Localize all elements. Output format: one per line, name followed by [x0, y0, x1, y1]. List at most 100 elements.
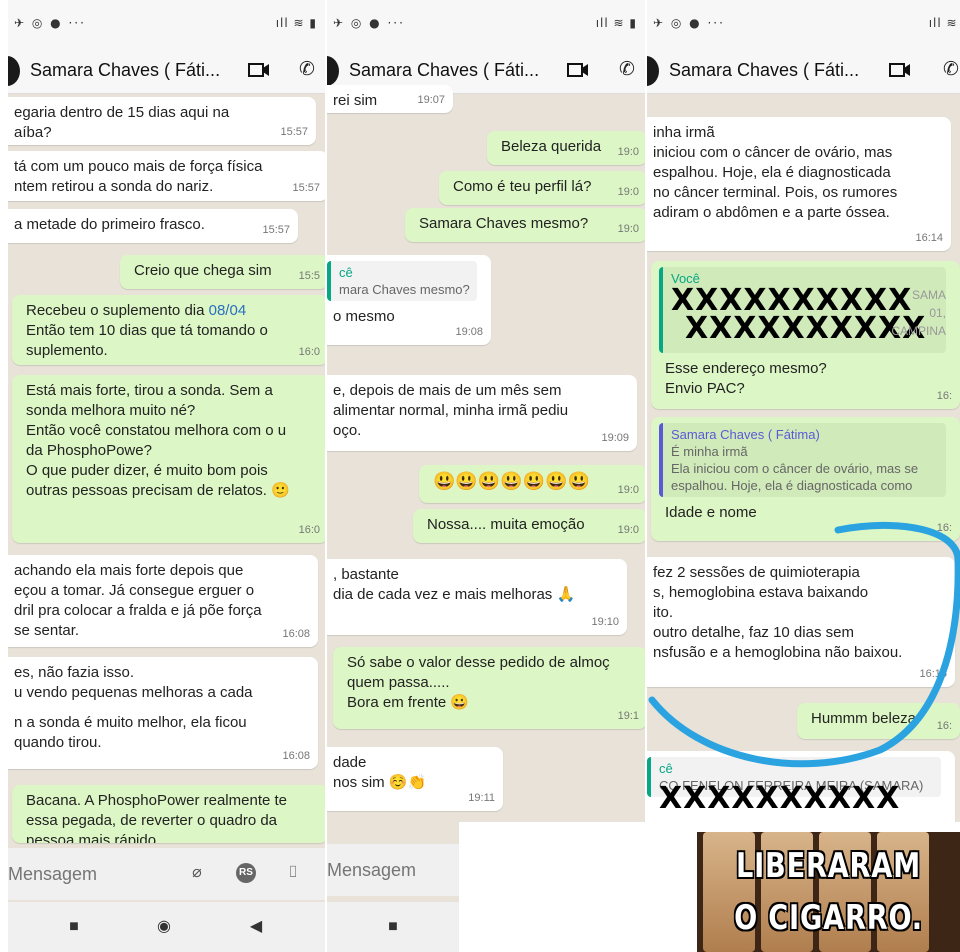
message-line: pessoa mais rápido	[26, 832, 157, 843]
status-bar: ✈ ◎ ● ··· ıll ≋ ▮	[8, 0, 325, 48]
message-line: suplemento.	[26, 342, 108, 359]
message-bubble[interactable]: Está mais forte, tirou a sonda. Sem a so…	[12, 375, 325, 543]
recent-apps-icon[interactable]: ■	[64, 917, 84, 937]
message-line: dade	[333, 754, 367, 771]
message-line: O que puder dizer, é muito bom pois	[26, 462, 268, 479]
contact-name[interactable]: Samara Chaves ( Fáti...	[30, 60, 220, 81]
message-bubble[interactable]: Você SAMA 01, CAMPINA XXXXXXXXXX XXXXXXX…	[651, 261, 960, 409]
camera-icon[interactable]: ⌷	[280, 860, 306, 886]
message-bubble[interactable]: e, depois de mais de um mês sem alimenta…	[327, 375, 637, 451]
home-icon[interactable]: ◉	[154, 917, 174, 937]
message-time: 19:11	[468, 792, 495, 804]
message-line: , bastante	[333, 566, 399, 583]
chat-screenshot-1: ✈ ◎ ● ··· ıll ≋ ▮ Samara Chaves ( Fáti..…	[8, 0, 325, 952]
date-link[interactable]: 08/04	[209, 302, 247, 319]
message-bubble[interactable]: Beleza querida 19:0	[487, 131, 645, 165]
contact-name[interactable]: Samara Chaves ( Fáti...	[669, 60, 859, 81]
video-call-icon[interactable]	[248, 62, 270, 78]
quoted-message[interactable]: cê mara Chaves mesmo?	[327, 261, 477, 301]
message-line: Está mais forte, tirou a sonda. Sem a	[26, 382, 273, 399]
message-time: 19:08	[455, 326, 483, 338]
message-bubble[interactable]: dade nos sim ☺️👏 19:11	[327, 747, 503, 811]
message-input[interactable]	[327, 852, 457, 888]
recent-apps-icon[interactable]: ■	[383, 917, 403, 937]
message-time: 16:08	[282, 628, 310, 640]
message-line: nos sim ☺️👏	[333, 774, 427, 791]
status-icons-left: ✈ ◎ ● ···	[333, 16, 405, 30]
message-line: Creio que chega sim	[134, 262, 272, 279]
quoted-message[interactable]: Você SAMA 01, CAMPINA XXXXXXXXXX XXXXXXX…	[659, 267, 946, 353]
message-bubble[interactable]: Recebeu o suplemento dia 08/04 Então tem…	[12, 295, 325, 365]
message-time: 16:	[936, 390, 952, 402]
chat-header: Samara Chaves ( Fáti... ✆	[8, 48, 325, 94]
message-bubble[interactable]: Creio que chega sim 15:5	[120, 255, 325, 289]
message-time: 15:57	[280, 126, 308, 138]
message-bubble[interactable]: Só sabe o valor desse pedido de almoç qu…	[333, 647, 645, 729]
message-bubble[interactable]: tá com um pouco mais de força física nte…	[8, 151, 325, 201]
message-line: Nossa.... muita emoção	[427, 516, 585, 533]
message-bubble[interactable]: 😃😃😃😃😃😃😃 19:0	[419, 465, 645, 503]
message-bubble[interactable]: Nossa.... muita emoção 19:0	[413, 509, 645, 543]
message-time: 19:0	[617, 186, 639, 198]
message-line: oço.	[333, 422, 362, 439]
message-line: egaria dentro de 15 dias aqui na	[14, 104, 230, 121]
message-time: 15:57	[262, 224, 290, 236]
video-call-icon[interactable]	[567, 62, 589, 78]
back-icon[interactable]: ◀	[246, 917, 266, 937]
message-bubble[interactable]: , bastante dia de cada vez e mais melhor…	[327, 559, 627, 635]
message-time: 16:08	[282, 750, 310, 762]
message-bubble[interactable]: egaria dentro de 15 dias aqui na aíba? 1…	[8, 97, 316, 145]
message-bubble[interactable]: Hummm beleza 16:	[797, 703, 960, 739]
avatar[interactable]	[327, 56, 339, 86]
message-line: tá com um pouco mais de força física	[14, 158, 263, 175]
message-bubble[interactable]: Bacana. A PhosphoPower realmente te essa…	[12, 785, 325, 843]
message-line: eçou a tomar. Já consegue erguer o	[14, 582, 255, 599]
message-line: fez 2 sessões de quimioterapia	[653, 564, 860, 581]
message-line: da PhosphoPowe?	[26, 442, 152, 459]
avatar[interactable]	[647, 56, 659, 86]
phone-icon[interactable]: ✆	[943, 59, 960, 81]
attach-icon[interactable]: ⌀	[184, 860, 210, 886]
message-line: se sentar.	[14, 622, 80, 639]
message-line: no câncer terminal. Pois, os rumores	[653, 184, 898, 201]
chat-screenshot-2: ✈ ◎ ● ··· ıll ≋ ▮ Samara Chaves ( Fáti..…	[327, 0, 645, 952]
phone-icon[interactable]: ✆	[299, 59, 319, 81]
status-icons-right: ıll ≋ ▮	[275, 16, 317, 30]
message-line: Beleza querida	[501, 138, 602, 155]
message-bubble[interactable]: rei sim 19:07	[327, 85, 453, 113]
quote-author: Samara Chaves ( Fátima)	[671, 427, 820, 442]
message-line: essa pegada, de reverter o quadro da	[26, 812, 278, 829]
meme-caption-line1: LIBERARAM	[735, 846, 922, 886]
message-line: Como é teu perfil lá?	[453, 178, 592, 195]
message-bubble[interactable]: Como é teu perfil lá? 19:0	[439, 171, 645, 205]
message-bubble[interactable]: es, não fazia isso. u vendo pequenas mel…	[8, 657, 318, 769]
video-call-icon[interactable]	[889, 62, 911, 78]
message-bubble[interactable]: Samara Chaves ( Fátima) É minha irmã Ela…	[651, 417, 960, 541]
contact-name[interactable]: Samara Chaves ( Fáti...	[349, 60, 539, 81]
quote-text: Ela iniciou com o câncer de ovário, mas …	[671, 461, 919, 476]
message-line: Envio PAC?	[665, 380, 745, 397]
message-line: aíba?	[14, 124, 52, 141]
message-bubble[interactable]: cê mara Chaves mesmo? o mesmo 19:08	[327, 255, 491, 345]
message-bubble[interactable]: achando ela mais forte depois que eçou a…	[8, 555, 318, 647]
message-line: quando tirou.	[14, 734, 102, 751]
phone-icon[interactable]: ✆	[619, 59, 639, 81]
message-time: 19:0	[617, 524, 639, 536]
sticker-icon[interactable]: RS	[236, 863, 256, 883]
message-line: inha irmã	[653, 124, 715, 141]
message-bubble[interactable]: inha irmã iniciou com o câncer de ovário…	[647, 117, 951, 251]
message-time: 19:0	[617, 146, 639, 158]
message-time: 16:0	[298, 524, 320, 536]
message-time: 19:07	[417, 94, 445, 106]
message-bubble[interactable]: a metade do primeiro frasco. 15:57	[8, 209, 298, 243]
message-line: Samara Chaves mesmo?	[419, 215, 589, 232]
quoted-message[interactable]: Samara Chaves ( Fátima) É minha irmã Ela…	[659, 423, 946, 497]
avatar[interactable]	[8, 56, 20, 86]
message-bubble[interactable]: fez 2 sessões de quimioterapia s, hemogl…	[647, 557, 955, 687]
message-time: 16:	[936, 522, 952, 534]
message-bubble[interactable]: cê CO FENELON FERREIRA MEIRA (SAMARA) XX…	[647, 751, 955, 831]
message-bubble[interactable]: Samara Chaves mesmo? 19:0	[405, 208, 645, 242]
message-time: 19:0	[617, 484, 639, 496]
message-input[interactable]	[8, 856, 178, 892]
status-bar: ✈ ◎ ● ··· ıll ≋ ▮	[647, 0, 960, 48]
